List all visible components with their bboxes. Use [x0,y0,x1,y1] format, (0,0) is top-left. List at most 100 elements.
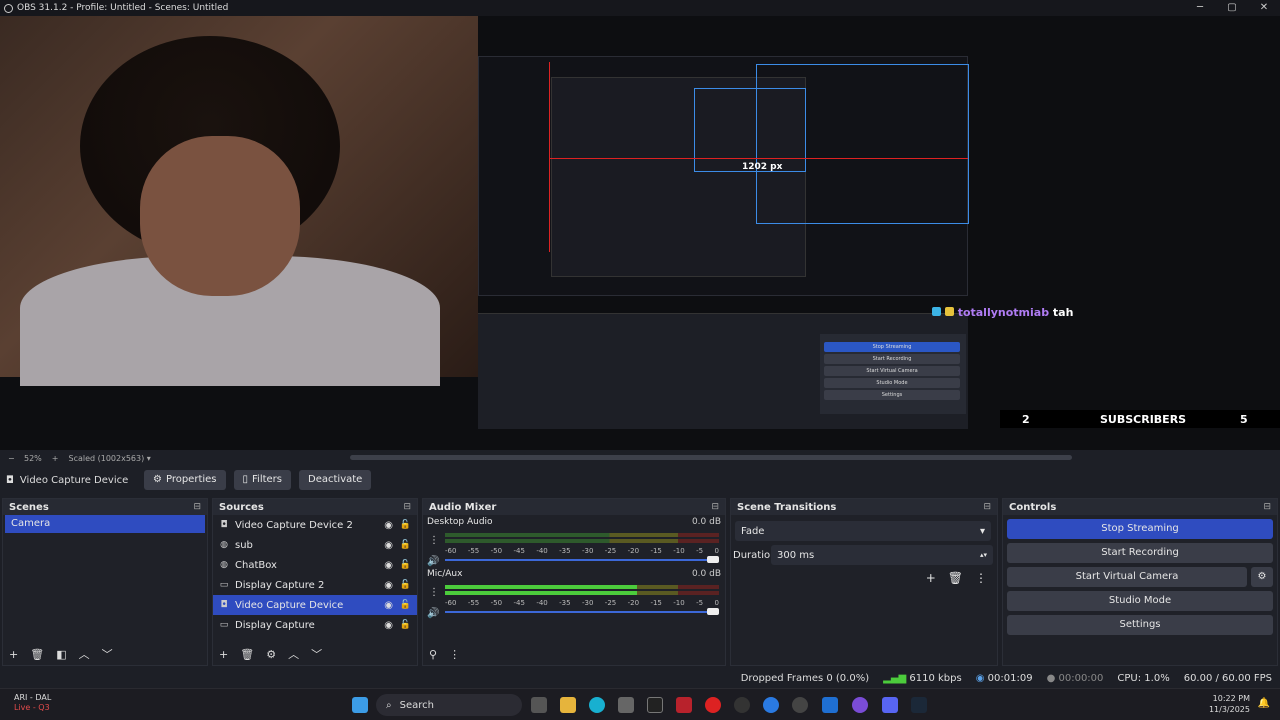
undock-icon[interactable]: ⊟ [1263,502,1271,512]
maximize-button[interactable]: ▢ [1216,0,1248,16]
move-up-icon[interactable]: ︿ [288,646,299,662]
file-explorer-icon[interactable] [560,697,576,713]
windows-start-icon[interactable] [352,697,368,713]
stream-widget[interactable]: ARI - DAL Live - Q3 [14,693,51,713]
discord-icon[interactable] [882,697,898,713]
transition-select[interactable]: Fade ▾ [735,521,991,541]
trash-icon[interactable]: 🗑 [240,648,254,661]
link-icon[interactable]: ⚲ [429,648,437,661]
undock-icon[interactable]: ⊟ [193,502,201,512]
meter-tick: -40 [536,547,548,555]
source-item[interactable]: ◍ sub ◉ 🔓 [213,535,417,555]
taskbar-search[interactable]: ⌕ Search [376,694,522,716]
eye-icon[interactable]: ◉ [384,600,393,611]
studio-mode-button[interactable]: Studio Mode [1007,591,1273,611]
lock-icon[interactable]: 🔓 [400,600,411,610]
spinner-icon[interactable]: ▴▾ [980,551,987,559]
volume-slider[interactable] [445,556,719,563]
slider-handle[interactable] [707,556,719,563]
filter-icon[interactable]: ◧ [56,648,66,661]
speaker-icon[interactable]: 🔊 [427,556,439,567]
filters-button[interactable]: ▯ Filters [233,470,292,490]
eye-icon[interactable]: ◉ [384,580,393,591]
gear-icon[interactable]: ⚙ [266,648,276,661]
more-icon[interactable]: ⋮ [429,535,439,546]
preview-canvas[interactable]: 1202 px Stop Streaming Start Recording S… [0,16,1280,450]
eye-icon[interactable]: ◉ [384,520,393,531]
add-icon[interactable]: + [219,648,228,661]
meter-tick: -25 [604,547,617,555]
source-label: Display Capture [235,619,315,631]
speaker-icon[interactable]: 🔊 [427,608,439,619]
properties-button[interactable]: ⚙ Properties [144,470,226,490]
fps: 60.00 / 60.00 FPS [1183,672,1272,684]
edge-icon[interactable] [763,697,779,713]
zoom-in-button[interactable]: + [52,454,59,463]
store-icon[interactable] [618,697,634,713]
chevron-down-icon: ▾ [146,453,151,463]
chat-badge-icon [932,307,941,316]
lock-icon[interactable]: 🔓 [400,540,411,550]
chat-app-icon[interactable] [852,697,868,713]
move-down-icon[interactable]: ﹀ [102,646,113,662]
lock-icon[interactable]: 🔓 [400,520,411,530]
virtual-camera-gear-icon[interactable]: ⚙ [1251,567,1273,587]
start-recording-button[interactable]: Start Recording [1007,543,1273,563]
system-clock[interactable]: 10:22 PM 11/3/2025 [1209,693,1250,715]
opera-icon[interactable] [705,697,721,713]
move-down-icon[interactable]: ﹀ [311,646,322,662]
obs-icon[interactable] [792,697,808,713]
stop-streaming-button[interactable]: Stop Streaming [1007,519,1273,539]
more-icon[interactable]: ⋮ [975,571,987,585]
audio-channel: Desktop Audio 0.0 dB ⋮ -60 -55 -50 -45 -40 -3… [423,515,725,567]
slider-handle[interactable] [707,608,719,615]
source-item[interactable]: ◘ Video Capture Device 2 ◉ 🔓 [213,515,417,535]
source-item[interactable]: ◍ ChatBox ◉ 🔓 [213,555,417,575]
source-item[interactable]: ▭ Display Capture 2 ◉ 🔓 [213,575,417,595]
lock-icon[interactable]: 🔓 [400,620,411,630]
record-time-value: 00:00:00 [1058,672,1104,684]
task-view-icon[interactable] [531,697,547,713]
add-icon[interactable]: + [9,648,18,661]
sources-dock: Sources ⊟ ◘ Video Capture Device 2 ◉ 🔓 ◍ sub ◉… [212,498,418,666]
eye-icon[interactable]: ◉ [384,560,393,571]
scene-item-camera[interactable]: Camera [5,515,205,533]
volume-slider[interactable] [445,608,719,615]
source-item[interactable]: ▭ Display Capture ◉ 🔓 [213,615,417,635]
xbox-icon[interactable] [734,697,750,713]
lock-icon[interactable]: 🔓 [400,580,411,590]
undock-icon[interactable]: ⊟ [711,502,719,512]
steam-icon[interactable] [911,697,927,713]
scale-mode-select[interactable]: Scaled (1002x563) ▾ [68,454,150,463]
trash-icon[interactable]: 🗑 [30,648,44,661]
outlook-icon[interactable] [822,697,838,713]
capcut-icon[interactable] [647,697,663,713]
trash-icon[interactable]: 🗑 [948,571,963,585]
more-icon[interactable]: ⋮ [429,587,439,598]
close-button[interactable]: ✕ [1248,0,1280,16]
audio-mixer-title: Audio Mixer [429,501,497,513]
duration-field[interactable]: 300 ms ▴▾ [771,545,993,565]
start-virtual-camera-button[interactable]: Start Virtual Camera [1007,567,1247,587]
meter-tick: -15 [650,599,662,607]
eye-icon[interactable]: ◉ [384,540,393,551]
source-item-selected[interactable]: ◘ Video Capture Device ◉ 🔓 [213,595,417,615]
add-icon[interactable]: + [926,571,936,585]
preview-scrollbar[interactable] [350,455,1072,460]
lock-icon[interactable]: 🔓 [400,560,411,570]
undock-icon[interactable]: ⊟ [983,502,991,512]
meter-tick: -5 [696,547,704,555]
meter-fill [445,591,637,595]
settings-button[interactable]: Settings [1007,615,1273,635]
stream-name: ARI - DAL [14,693,52,702]
zoom-out-button[interactable]: − [8,454,15,463]
more-icon[interactable]: ⋮ [449,648,460,661]
undock-icon[interactable]: ⊟ [403,502,411,512]
notification-bell-icon[interactable]: 🔔 [1258,698,1270,709]
move-up-icon[interactable]: ︿ [79,646,90,662]
minimize-button[interactable]: ─ [1184,0,1216,16]
deactivate-button[interactable]: Deactivate [299,470,372,490]
cortana-icon[interactable] [589,697,605,713]
eye-icon[interactable]: ◉ [384,620,393,631]
app-icon[interactable] [676,697,692,713]
